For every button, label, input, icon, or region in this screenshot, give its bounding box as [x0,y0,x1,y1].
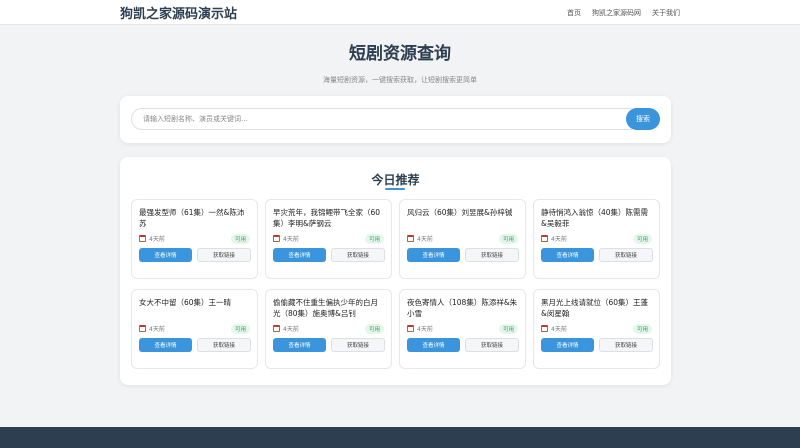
status-badge: 可用 [230,324,250,334]
view-details-button[interactable]: 查看详情 [273,248,326,262]
drama-card: 最强发型师（61集）一然&陈沛苏 4天前 可用 查看详情 获取链接 [131,199,258,279]
drama-date: 4天前 [283,326,299,333]
page-footer [0,427,800,448]
view-details-button[interactable]: 查看详情 [139,248,192,262]
view-details-button[interactable]: 查看详情 [541,248,594,262]
nav-link-source-site[interactable]: 狗凯之家源码网 [592,8,641,18]
drama-date: 4天前 [551,326,567,333]
drama-title[interactable]: 风归云（60集）刘昱展&孙梓铖 [407,207,519,218]
drama-card: 黑月光上线请就位（60集）王蓬&闵星翰 4天前 可用 查看详情 获取链接 [533,289,660,369]
site-logo[interactable]: 狗凯之家源码演示站 [120,3,237,22]
calendar-icon [139,325,146,332]
status-badge: 可用 [498,234,518,244]
get-link-button[interactable]: 获取链接 [599,338,653,352]
drama-date: 4天前 [417,236,433,243]
nav-menu: 首页 狗凯之家源码网 关于我们 [567,8,680,18]
status-badge: 可用 [364,234,384,244]
calendar-icon [541,325,548,332]
drama-title[interactable]: 静待悄鸿入翁惊（40集）陈需需&吴毅菲 [541,207,653,229]
drama-grid: 最强发型师（61集）一然&陈沛苏 4天前 可用 查看详情 获取链接 早灾荒年，我… [131,199,660,369]
drama-card: 静待悄鸿入翁惊（40集）陈需需&吴毅菲 4天前 可用 查看详情 获取链接 [533,199,660,279]
calendar-icon [541,235,548,242]
get-link-button[interactable]: 获取链接 [197,248,251,262]
view-details-button[interactable]: 查看详情 [273,338,326,352]
get-link-button[interactable]: 获取链接 [197,338,251,352]
drama-card: 风归云（60集）刘昱展&孙梓铖 4天前 可用 查看详情 获取链接 [399,199,526,279]
view-details-button[interactable]: 查看详情 [407,338,460,352]
drama-title[interactable]: 偷偷藏不住重生偏执少年的白月光（80集）施奥博&吕钊 [273,297,385,319]
drama-date: 4天前 [417,326,433,333]
get-link-button[interactable]: 获取链接 [331,248,385,262]
calendar-icon [139,235,146,242]
get-link-button[interactable]: 获取链接 [465,338,519,352]
drama-card: 早灾荒年，我锦鲤带飞全家（60集）李明&萨钢云 4天前 可用 查看详情 获取链接 [265,199,392,279]
view-details-button[interactable]: 查看详情 [541,338,594,352]
title-underline [385,188,405,190]
calendar-icon [273,325,280,332]
drama-card: 偷偷藏不住重生偏执少年的白月光（80集）施奥博&吕钊 4天前 可用 查看详情 获… [265,289,392,369]
drama-title[interactable]: 女大不中留（60集）王一晴 [139,297,251,308]
get-link-button[interactable]: 获取链接 [331,338,385,352]
drama-date: 4天前 [551,236,567,243]
get-link-button[interactable]: 获取链接 [599,248,653,262]
calendar-icon [407,325,414,332]
view-details-button[interactable]: 查看详情 [407,248,460,262]
calendar-icon [273,235,280,242]
hero-section: 短剧资源查询 海量短剧资源，一键搜索获取，让短剧搜索更简单 [0,43,800,85]
recommend-panel: 今日推荐 最强发型师（61集）一然&陈沛苏 4天前 可用 查看详情 获取链接 早… [120,157,671,385]
drama-title[interactable]: 夜色寄情人（108集）陈添祥&朱小雪 [407,297,519,319]
drama-card: 女大不中留（60集）王一晴 4天前 可用 查看详情 获取链接 [131,289,258,369]
drama-title[interactable]: 早灾荒年，我锦鲤带飞全家（60集）李明&萨钢云 [273,207,385,229]
status-badge: 可用 [632,234,652,244]
page-subtitle: 海量短剧资源，一键搜索获取，让短剧搜索更简单 [323,76,477,84]
nav-link-about[interactable]: 关于我们 [652,8,680,18]
drama-date: 4天前 [283,236,299,243]
status-badge: 可用 [230,234,250,244]
status-badge: 可用 [364,324,384,334]
search-input[interactable] [131,108,640,130]
search-panel: 搜索 [120,96,671,143]
status-badge: 可用 [498,324,518,334]
drama-card: 夜色寄情人（108集）陈添祥&朱小雪 4天前 可用 查看详情 获取链接 [399,289,526,369]
nav-link-home[interactable]: 首页 [567,8,581,18]
search-button[interactable]: 搜索 [626,108,660,130]
drama-title[interactable]: 最强发型师（61集）一然&陈沛苏 [139,207,251,229]
calendar-icon [407,235,414,242]
top-navbar: 狗凯之家源码演示站 首页 狗凯之家源码网 关于我们 [0,0,800,25]
drama-date: 4天前 [149,326,165,333]
status-badge: 可用 [632,324,652,334]
recommend-title: 今日推荐 [371,173,420,187]
drama-date: 4天前 [149,236,165,243]
page-title: 短剧资源查询 [349,44,451,64]
get-link-button[interactable]: 获取链接 [465,248,519,262]
view-details-button[interactable]: 查看详情 [139,338,192,352]
drama-title[interactable]: 黑月光上线请就位（60集）王蓬&闵星翰 [541,297,653,319]
